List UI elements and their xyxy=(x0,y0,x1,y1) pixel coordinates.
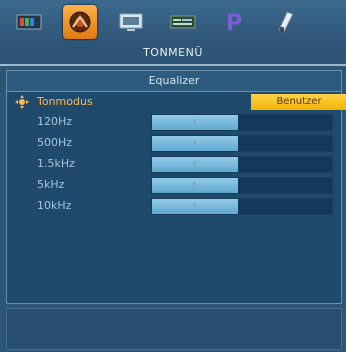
slider-end-mark xyxy=(193,140,196,144)
sound-mode-label: Tonmodus xyxy=(37,95,93,108)
tab-sound[interactable] xyxy=(63,5,97,39)
eq-band-120hz[interactable]: 120Hz xyxy=(7,113,341,131)
sound-mode-value[interactable]: Benutzer xyxy=(251,94,346,110)
eq-slider[interactable] xyxy=(151,177,333,194)
tv-osd-screen: P TONMENÜ Equalizer Tonmodus Benutzer 12… xyxy=(0,0,346,352)
eq-band-label: 5kHz xyxy=(37,178,65,191)
tools-icon xyxy=(278,11,294,33)
slider-end-mark xyxy=(193,119,196,123)
eq-band-label: 10kHz xyxy=(37,199,72,212)
eq-band-500hz[interactable]: 500Hz xyxy=(7,134,341,152)
eq-band-label: 500Hz xyxy=(37,136,73,149)
tab-screen[interactable] xyxy=(114,5,148,39)
submenu-title: Equalizer xyxy=(7,71,341,92)
tab-parental[interactable]: P xyxy=(216,5,250,39)
slider-end-mark xyxy=(193,203,196,207)
slider-end-mark xyxy=(193,182,196,186)
eq-band-10khz[interactable]: 10kHz xyxy=(7,197,341,215)
tab-settings[interactable] xyxy=(166,5,200,39)
eq-band-1-5khz[interactable]: 1.5kHz xyxy=(7,155,341,173)
divider xyxy=(0,64,346,66)
menu-title: TONMENÜ xyxy=(143,46,203,59)
sound-icon xyxy=(69,11,91,33)
sound-mode-row[interactable]: Tonmodus Benutzer xyxy=(7,93,346,111)
parental-icon: P xyxy=(226,11,242,35)
tab-tools[interactable] xyxy=(268,5,302,39)
picture-icon xyxy=(16,14,42,30)
info-bar xyxy=(6,308,342,350)
eq-band-5khz[interactable]: 5kHz xyxy=(7,176,341,194)
eq-band-label: 120Hz xyxy=(37,115,73,128)
svg-text:P: P xyxy=(226,11,242,35)
settings-icon xyxy=(170,15,196,29)
equalizer-panel: Equalizer Tonmodus Benutzer 120Hz 500Hz xyxy=(6,70,346,304)
eq-slider[interactable] xyxy=(151,156,333,173)
tab-picture[interactable] xyxy=(12,5,46,39)
eq-band-label: 1.5kHz xyxy=(37,157,75,170)
eq-slider[interactable] xyxy=(151,135,333,152)
eq-slider[interactable] xyxy=(151,198,333,215)
eq-slider[interactable] xyxy=(151,114,333,131)
slider-end-mark xyxy=(193,161,196,165)
screen-icon xyxy=(119,13,143,31)
navigation-arrows-icon xyxy=(15,95,29,109)
